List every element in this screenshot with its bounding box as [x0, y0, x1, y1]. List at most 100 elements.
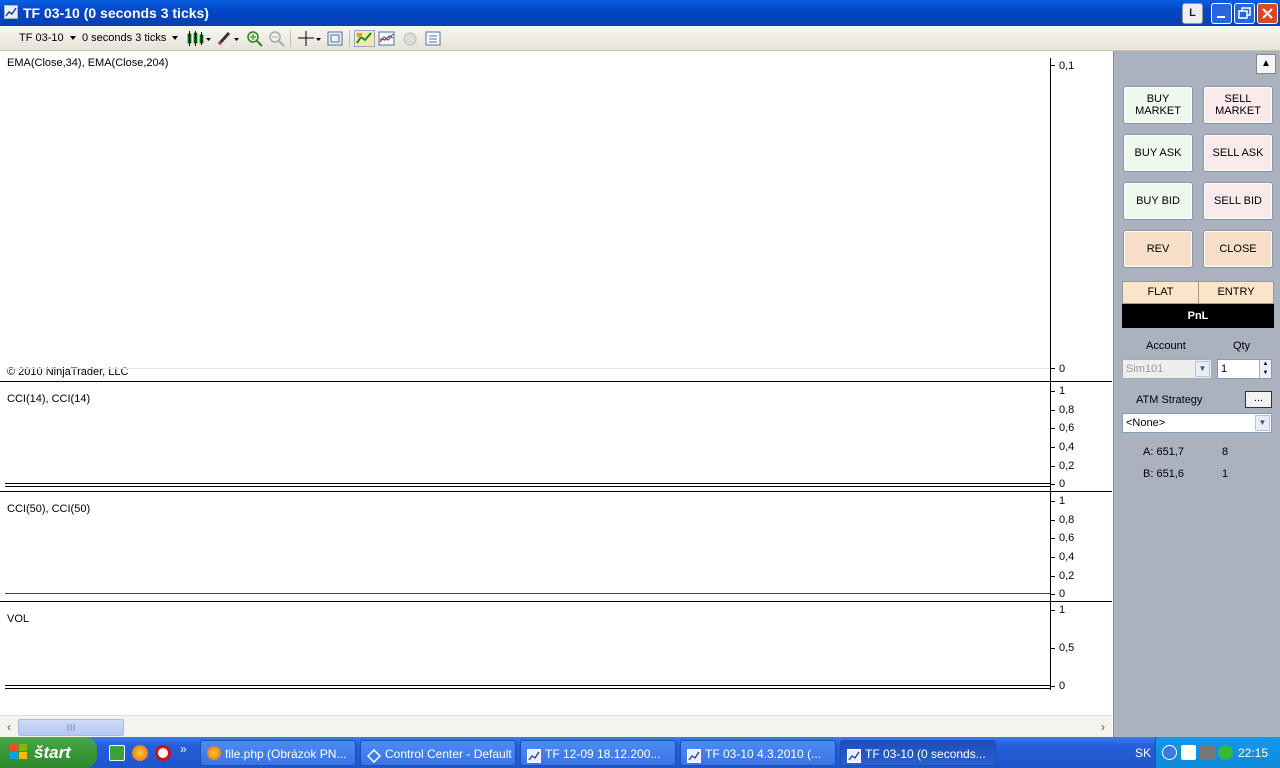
- chevron-down-icon[interactable]: ▼: [1255, 415, 1270, 431]
- chart-area[interactable]: EMA(Close,34), EMA(Close,204) © 2010 Nin…: [0, 51, 1112, 715]
- quantity-value: 1: [1221, 363, 1228, 375]
- ask-price: A: 651,7: [1143, 446, 1184, 458]
- axis-tick-label: 1: [1059, 604, 1066, 616]
- axis-tick-label: 0,2: [1059, 460, 1075, 472]
- windows-logo-icon: [10, 744, 27, 759]
- crosshair-icon[interactable]: [296, 30, 322, 47]
- chart-trader-icon[interactable]: [354, 30, 375, 47]
- taskbar-item-chart-tf0310[interactable]: TF 03-10 4.3.2010 (...: [680, 740, 836, 766]
- strategy-icon[interactable]: [401, 30, 419, 47]
- restore-button[interactable]: [1234, 3, 1255, 24]
- atm-strategy-button[interactable]: ...: [1245, 391, 1272, 408]
- position-status: FLAT ENTRY: [1122, 281, 1274, 304]
- link-button[interactable]: L: [1182, 3, 1203, 24]
- taskbar-item-chart-tf1209[interactable]: TF 12-09 18.12.200...: [520, 740, 676, 766]
- quantity-stepper[interactable]: 1 ▲ ▼: [1217, 359, 1272, 379]
- data-box-icon[interactable]: [326, 30, 344, 47]
- task-label: Control Center - Default: [385, 747, 512, 761]
- firefox-icon: [207, 746, 221, 760]
- price-panel-label: EMA(Close,34), EMA(Close,204): [7, 57, 169, 69]
- close-window-button[interactable]: [1257, 3, 1278, 24]
- opera-icon[interactable]: [155, 745, 171, 761]
- cci14-panel-label: CCI(14), CCI(14): [7, 393, 91, 405]
- zoom-out-icon[interactable]: [268, 30, 286, 47]
- account-select[interactable]: Sim101 ▼: [1122, 359, 1212, 379]
- volume-panel-label: VOL: [7, 613, 30, 625]
- axis-tick-label: 0: [1059, 588, 1066, 600]
- axis-tick-label: 0: [1059, 680, 1066, 692]
- taskbar-item-control-center[interactable]: Control Center - Default: [360, 740, 516, 766]
- period-dropdown[interactable]: 0 seconds 3 ticks: [82, 30, 179, 47]
- collapse-up-icon[interactable]: ▲: [1256, 54, 1276, 74]
- period-label: 0 seconds 3 ticks: [82, 32, 167, 44]
- drawing-tool-icon[interactable]: [216, 30, 240, 47]
- minimize-button[interactable]: [1211, 3, 1232, 24]
- firefox-icon[interactable]: [132, 745, 148, 761]
- atm-strategy-select[interactable]: <None> ▼: [1122, 413, 1272, 433]
- scroll-left-icon[interactable]: ‹: [2, 719, 16, 735]
- bid-size: 1: [1222, 468, 1229, 480]
- account-value: Sim101: [1126, 363, 1164, 375]
- chart-icon: [527, 746, 541, 763]
- scroll-right-icon[interactable]: ›: [1096, 719, 1110, 735]
- axis-tick-label: 0,5: [1059, 642, 1075, 654]
- sell-bid-button[interactable]: SELL BID: [1203, 182, 1273, 220]
- ninjatrader-icon: [366, 746, 382, 764]
- account-label: Account: [1146, 340, 1186, 352]
- language-indicator[interactable]: SK: [1135, 746, 1151, 760]
- indicators-icon[interactable]: [378, 30, 396, 47]
- axis-tick-label: 1: [1059, 385, 1066, 397]
- task-label: TF 12-09 18.12.200...: [545, 747, 661, 761]
- system-tray: 22:15: [1155, 737, 1280, 768]
- zoom-in-icon[interactable]: [246, 30, 264, 47]
- spin-arrows-icon[interactable]: ▲ ▼: [1259, 360, 1271, 378]
- axis-tick-label: 0,2: [1059, 570, 1075, 582]
- sell-ask-button[interactable]: SELL ASK: [1203, 134, 1273, 172]
- axis-tick-label: 0,1: [1059, 60, 1075, 72]
- atm-strategy-value: <None>: [1126, 417, 1166, 429]
- instrument-dropdown[interactable]: TF 03-10: [19, 30, 76, 47]
- tray-expand-icon[interactable]: [1162, 745, 1177, 760]
- task-label: file.php (Obrázok PN...: [225, 747, 347, 761]
- task-label: TF 03-10 (0 seconds...: [865, 747, 986, 761]
- buy-bid-button[interactable]: BUY BID: [1123, 182, 1193, 220]
- window-title: TF 03-10 (0 seconds 3 ticks): [23, 5, 209, 21]
- pnl-display: PnL: [1122, 304, 1274, 328]
- entry-label: ENTRY: [1217, 286, 1255, 298]
- quicklaunch-app-icon[interactable]: [109, 745, 125, 761]
- chart-app-icon: [4, 5, 18, 19]
- axis-tick-label: 0,8: [1059, 404, 1075, 416]
- axis-tick-label: 0: [1059, 363, 1066, 375]
- start-label: štart: [34, 743, 71, 762]
- title-bar: TF 03-10 (0 seconds 3 ticks) L: [0, 0, 1280, 26]
- hp-icon[interactable]: [1181, 745, 1196, 760]
- task-label: TF 03-10 4.3.2010 (...: [705, 747, 822, 761]
- reverse-button[interactable]: REV: [1123, 230, 1193, 268]
- buy-ask-button[interactable]: BUY ASK: [1123, 134, 1193, 172]
- position-label: FLAT: [1123, 282, 1199, 303]
- close-position-button[interactable]: CLOSE: [1203, 230, 1273, 268]
- axis-tick-label: 0,6: [1059, 422, 1075, 434]
- scroll-thumb[interactable]: [18, 719, 124, 736]
- instrument-label: TF 03-10: [19, 32, 64, 44]
- clock: 22:15: [1237, 746, 1268, 760]
- sell-market-button[interactable]: SELL MARKET: [1203, 86, 1273, 124]
- taskbar-item-chart-active[interactable]: TF 03-10 (0 seconds...: [840, 740, 996, 766]
- chart-toolbar: TF 03-10 0 seconds 3 ticks: [0, 26, 1280, 51]
- chart-icon: [687, 746, 701, 763]
- start-button[interactable]: štart: [0, 737, 97, 768]
- axis-tick-label: 0,6: [1059, 532, 1075, 544]
- axis-tick-label: 0: [1059, 478, 1066, 490]
- chevron-down-icon[interactable]: ▼: [1195, 361, 1210, 377]
- bid-price: B: 651,6: [1143, 468, 1184, 480]
- network-icon[interactable]: [1200, 745, 1215, 760]
- properties-icon[interactable]: [424, 30, 442, 47]
- chart-horizontal-scrollbar[interactable]: ‹ ›: [0, 715, 1112, 737]
- buy-market-button[interactable]: BUY MARKET: [1123, 86, 1193, 124]
- security-icon[interactable]: [1218, 745, 1233, 760]
- taskbar-item-browser[interactable]: file.php (Obrázok PN...: [200, 740, 356, 766]
- chart-style-icon[interactable]: [186, 30, 212, 47]
- axis-tick-label: 1: [1059, 495, 1066, 507]
- quicklaunch-expand-icon[interactable]: »: [180, 742, 187, 756]
- axis-tick-label: 0,4: [1059, 441, 1075, 453]
